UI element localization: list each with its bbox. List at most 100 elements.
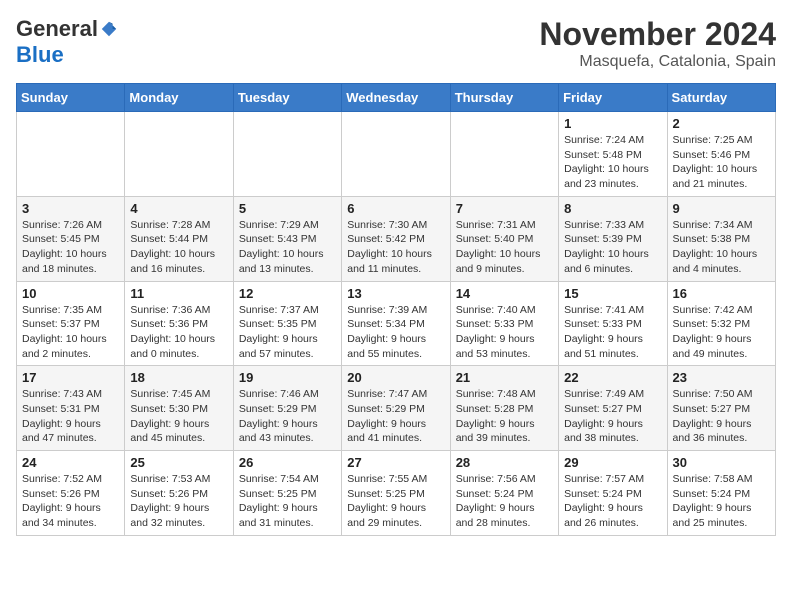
calendar-cell: 1 Sunrise: 7:24 AM Sunset: 5:48 PM Daylig… bbox=[559, 112, 667, 197]
day-number: 20 bbox=[347, 370, 444, 385]
day-info: Sunrise: 7:31 AM Sunset: 5:40 PM Dayligh… bbox=[456, 218, 553, 277]
day-info: Sunrise: 7:58 AM Sunset: 5:24 PM Dayligh… bbox=[673, 472, 770, 531]
day-number: 1 bbox=[564, 116, 661, 131]
day-info: Sunrise: 7:42 AM Sunset: 5:32 PM Dayligh… bbox=[673, 303, 770, 362]
logo: General Blue bbox=[16, 16, 118, 68]
day-number: 14 bbox=[456, 286, 553, 301]
calendar-body: 1 Sunrise: 7:24 AM Sunset: 5:48 PM Daylig… bbox=[17, 112, 776, 536]
day-number: 10 bbox=[22, 286, 119, 301]
logo-blue: Blue bbox=[16, 42, 64, 67]
day-info: Sunrise: 7:37 AM Sunset: 5:35 PM Dayligh… bbox=[239, 303, 336, 362]
day-info: Sunrise: 7:47 AM Sunset: 5:29 PM Dayligh… bbox=[347, 387, 444, 446]
weekday-header: Thursday bbox=[450, 84, 558, 112]
day-info: Sunrise: 7:24 AM Sunset: 5:48 PM Dayligh… bbox=[564, 133, 661, 192]
day-info: Sunrise: 7:50 AM Sunset: 5:27 PM Dayligh… bbox=[673, 387, 770, 446]
logo-general: General bbox=[16, 16, 98, 42]
calendar-cell: 2Sunrise: 7:25 AM Sunset: 5:46 PM Daylig… bbox=[667, 112, 775, 197]
day-number: 27 bbox=[347, 455, 444, 470]
day-info: Sunrise: 7:25 AM Sunset: 5:46 PM Dayligh… bbox=[673, 133, 770, 192]
day-info: Sunrise: 7:26 AM Sunset: 5:45 PM Dayligh… bbox=[22, 218, 119, 277]
day-number: 19 bbox=[239, 370, 336, 385]
day-info: Sunrise: 7:35 AM Sunset: 5:37 PM Dayligh… bbox=[22, 303, 119, 362]
day-number: 6 bbox=[347, 201, 444, 216]
calendar-cell bbox=[125, 112, 233, 197]
logo-icon bbox=[100, 20, 118, 38]
day-number: 5 bbox=[239, 201, 336, 216]
calendar-week-row: 3 Sunrise: 7:26 AM Sunset: 5:45 PM Daylig… bbox=[17, 196, 776, 281]
day-info: Sunrise: 7:45 AM Sunset: 5:30 PM Dayligh… bbox=[130, 387, 227, 446]
day-number: 16 bbox=[673, 286, 770, 301]
calendar-cell: 7 Sunrise: 7:31 AM Sunset: 5:40 PM Daylig… bbox=[450, 196, 558, 281]
calendar-cell: 8Sunrise: 7:33 AM Sunset: 5:39 PM Daylig… bbox=[559, 196, 667, 281]
day-number: 12 bbox=[239, 286, 336, 301]
calendar-cell: 4Sunrise: 7:28 AM Sunset: 5:44 PM Daylig… bbox=[125, 196, 233, 281]
weekday-header: Monday bbox=[125, 84, 233, 112]
calendar-cell: 12 Sunrise: 7:37 AM Sunset: 5:35 PM Dayli… bbox=[233, 281, 341, 366]
day-number: 13 bbox=[347, 286, 444, 301]
calendar-week-row: 10 Sunrise: 7:35 AM Sunset: 5:37 PM Dayli… bbox=[17, 281, 776, 366]
calendar-cell: 19 Sunrise: 7:46 AM Sunset: 5:29 PM Dayli… bbox=[233, 366, 341, 451]
calendar-cell: 11 Sunrise: 7:36 AM Sunset: 5:36 PM Dayli… bbox=[125, 281, 233, 366]
day-info: Sunrise: 7:36 AM Sunset: 5:36 PM Dayligh… bbox=[130, 303, 227, 362]
calendar-cell: 23 Sunrise: 7:50 AM Sunset: 5:27 PM Dayli… bbox=[667, 366, 775, 451]
day-info: Sunrise: 7:49 AM Sunset: 5:27 PM Dayligh… bbox=[564, 387, 661, 446]
calendar-cell: 28 Sunrise: 7:56 AM Sunset: 5:24 PM Dayli… bbox=[450, 451, 558, 536]
calendar-cell: 6 Sunrise: 7:30 AM Sunset: 5:42 PM Daylig… bbox=[342, 196, 450, 281]
day-number: 23 bbox=[673, 370, 770, 385]
title-block: November 2024 Masquefa, Catalonia, Spain bbox=[539, 16, 776, 71]
day-number: 18 bbox=[130, 370, 227, 385]
day-number: 26 bbox=[239, 455, 336, 470]
page-header: General Blue November 2024 Masquefa, Cat… bbox=[16, 16, 776, 71]
day-number: 7 bbox=[456, 201, 553, 216]
day-number: 11 bbox=[130, 286, 227, 301]
calendar-cell: 22Sunrise: 7:49 AM Sunset: 5:27 PM Dayli… bbox=[559, 366, 667, 451]
calendar-cell: 17Sunrise: 7:43 AM Sunset: 5:31 PM Dayli… bbox=[17, 366, 125, 451]
month-title: November 2024 bbox=[539, 16, 776, 53]
day-info: Sunrise: 7:39 AM Sunset: 5:34 PM Dayligh… bbox=[347, 303, 444, 362]
day-info: Sunrise: 7:52 AM Sunset: 5:26 PM Dayligh… bbox=[22, 472, 119, 531]
day-number: 8 bbox=[564, 201, 661, 216]
day-info: Sunrise: 7:53 AM Sunset: 5:26 PM Dayligh… bbox=[130, 472, 227, 531]
calendar-cell: 13 Sunrise: 7:39 AM Sunset: 5:34 PM Dayli… bbox=[342, 281, 450, 366]
calendar-cell bbox=[450, 112, 558, 197]
day-number: 30 bbox=[673, 455, 770, 470]
day-number: 15 bbox=[564, 286, 661, 301]
location: Masquefa, Catalonia, Spain bbox=[539, 53, 776, 71]
day-info: Sunrise: 7:46 AM Sunset: 5:29 PM Dayligh… bbox=[239, 387, 336, 446]
day-number: 28 bbox=[456, 455, 553, 470]
calendar-cell: 10 Sunrise: 7:35 AM Sunset: 5:37 PM Dayli… bbox=[17, 281, 125, 366]
day-info: Sunrise: 7:29 AM Sunset: 5:43 PM Dayligh… bbox=[239, 218, 336, 277]
calendar-cell: 24Sunrise: 7:52 AM Sunset: 5:26 PM Dayli… bbox=[17, 451, 125, 536]
calendar-cell: 30 Sunrise: 7:58 AM Sunset: 5:24 PM Dayli… bbox=[667, 451, 775, 536]
calendar-cell: 5 Sunrise: 7:29 AM Sunset: 5:43 PM Daylig… bbox=[233, 196, 341, 281]
calendar-cell: 29Sunrise: 7:57 AM Sunset: 5:24 PM Dayli… bbox=[559, 451, 667, 536]
weekday-header: Wednesday bbox=[342, 84, 450, 112]
day-info: Sunrise: 7:57 AM Sunset: 5:24 PM Dayligh… bbox=[564, 472, 661, 531]
calendar-week-row: 17Sunrise: 7:43 AM Sunset: 5:31 PM Dayli… bbox=[17, 366, 776, 451]
weekday-header: Sunday bbox=[17, 84, 125, 112]
day-info: Sunrise: 7:34 AM Sunset: 5:38 PM Dayligh… bbox=[673, 218, 770, 277]
day-number: 9 bbox=[673, 201, 770, 216]
day-number: 25 bbox=[130, 455, 227, 470]
day-info: Sunrise: 7:40 AM Sunset: 5:33 PM Dayligh… bbox=[456, 303, 553, 362]
calendar-cell: 26 Sunrise: 7:54 AM Sunset: 5:25 PM Dayli… bbox=[233, 451, 341, 536]
calendar-cell: 9 Sunrise: 7:34 AM Sunset: 5:38 PM Daylig… bbox=[667, 196, 775, 281]
calendar-cell: 3 Sunrise: 7:26 AM Sunset: 5:45 PM Daylig… bbox=[17, 196, 125, 281]
day-info: Sunrise: 7:43 AM Sunset: 5:31 PM Dayligh… bbox=[22, 387, 119, 446]
calendar-week-row: 1 Sunrise: 7:24 AM Sunset: 5:48 PM Daylig… bbox=[17, 112, 776, 197]
calendar-header: SundayMondayTuesdayWednesdayThursdayFrid… bbox=[17, 84, 776, 112]
calendar-cell: 16 Sunrise: 7:42 AM Sunset: 5:32 PM Dayli… bbox=[667, 281, 775, 366]
weekday-header: Tuesday bbox=[233, 84, 341, 112]
day-info: Sunrise: 7:30 AM Sunset: 5:42 PM Dayligh… bbox=[347, 218, 444, 277]
day-number: 21 bbox=[456, 370, 553, 385]
day-number: 3 bbox=[22, 201, 119, 216]
day-info: Sunrise: 7:56 AM Sunset: 5:24 PM Dayligh… bbox=[456, 472, 553, 531]
calendar-cell: 18 Sunrise: 7:45 AM Sunset: 5:30 PM Dayli… bbox=[125, 366, 233, 451]
calendar-cell bbox=[233, 112, 341, 197]
weekday-row: SundayMondayTuesdayWednesdayThursdayFrid… bbox=[17, 84, 776, 112]
calendar-cell: 14 Sunrise: 7:40 AM Sunset: 5:33 PM Dayli… bbox=[450, 281, 558, 366]
day-info: Sunrise: 7:55 AM Sunset: 5:25 PM Dayligh… bbox=[347, 472, 444, 531]
day-info: Sunrise: 7:54 AM Sunset: 5:25 PM Dayligh… bbox=[239, 472, 336, 531]
weekday-header: Friday bbox=[559, 84, 667, 112]
calendar-cell: 20 Sunrise: 7:47 AM Sunset: 5:29 PM Dayli… bbox=[342, 366, 450, 451]
